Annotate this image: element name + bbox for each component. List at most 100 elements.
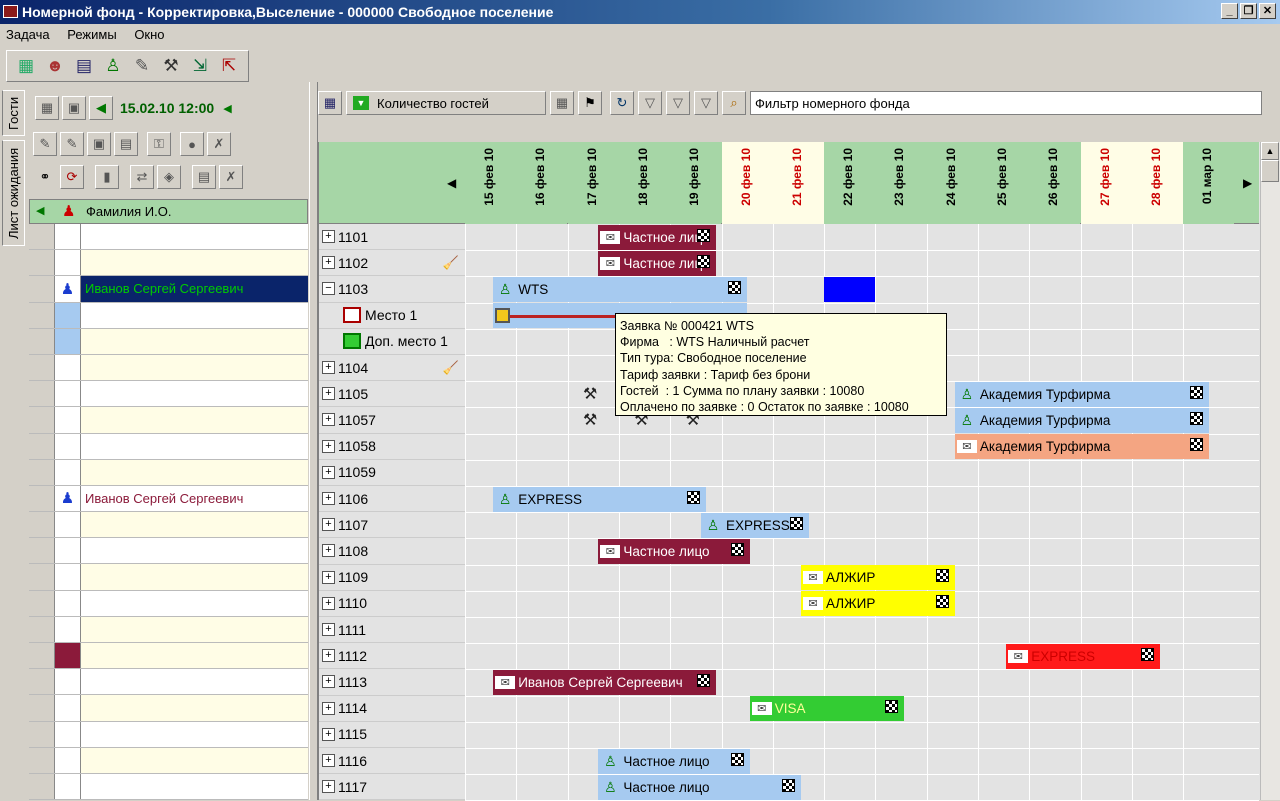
date-column-header[interactable]: 01 мар 10 xyxy=(1183,142,1235,224)
booking-bar[interactable]: ♙ EXPRESS xyxy=(493,486,707,512)
panel-splitter[interactable] xyxy=(309,82,318,800)
room-row[interactable]: +1105 xyxy=(319,381,465,408)
expand-icon[interactable]: + xyxy=(322,623,335,637)
move-icon[interactable]: ⇄ xyxy=(130,165,154,189)
guest-icon[interactable]: ☻ xyxy=(42,53,68,79)
room-row[interactable]: +1106 xyxy=(319,486,465,513)
row-selector[interactable] xyxy=(29,695,55,721)
expand-icon[interactable]: + xyxy=(322,361,335,375)
booking-bar[interactable]: ♙ WTS xyxy=(493,276,748,302)
menu-window[interactable]: Окно xyxy=(134,27,164,42)
room-row[interactable]: +1101 xyxy=(319,224,465,251)
row-selector[interactable] xyxy=(29,485,55,512)
expand-icon[interactable]: + xyxy=(322,230,335,244)
binoculars-icon[interactable]: ⚭ xyxy=(33,165,57,189)
booking-bar[interactable]: ✉ Академия Турфирма xyxy=(954,434,1209,460)
arrow-left-icon[interactable]: ◀ xyxy=(36,204,44,217)
column-header-name[interactable]: Фамилия И.О. xyxy=(86,204,172,219)
expand-icon[interactable]: + xyxy=(322,649,335,663)
minimize-button[interactable]: _ xyxy=(1221,3,1238,19)
date-column-header[interactable]: 22 фев 10 xyxy=(824,142,876,224)
guest-row[interactable] xyxy=(29,590,308,617)
close-button[interactable]: ✕ xyxy=(1259,3,1276,19)
date-column-header[interactable]: 16 фев 10 xyxy=(516,142,568,224)
booking-bar[interactable]: ♙ Частное лицо xyxy=(598,774,801,800)
expand-icon[interactable]: + xyxy=(322,439,335,453)
row-selector[interactable] xyxy=(29,747,55,773)
refresh-icon[interactable]: ⟳ xyxy=(60,165,84,189)
booking-bar[interactable]: ✉ VISA xyxy=(749,696,904,722)
place-marker-icon[interactable] xyxy=(495,307,511,323)
guest-row[interactable] xyxy=(29,643,308,670)
room-row[interactable]: +11059 xyxy=(319,460,465,486)
guest-row[interactable] xyxy=(29,512,308,539)
expand-icon[interactable]: + xyxy=(322,570,335,584)
room-row[interactable]: +1107 xyxy=(319,512,465,539)
booking-bar[interactable]: ♙ Академия Турфирма xyxy=(954,407,1209,433)
row-selector[interactable] xyxy=(29,538,55,564)
scroll-thumb[interactable] xyxy=(1261,160,1279,182)
calendar-today-icon[interactable]: ▣ xyxy=(62,96,86,120)
card-icon[interactable]: ▣ xyxy=(87,132,111,156)
room-filter-input[interactable]: Фильтр номерного фонда xyxy=(750,91,1262,115)
row-selector[interactable] xyxy=(29,302,55,328)
calendar-icon[interactable]: ▦ xyxy=(35,96,59,120)
menu-task[interactable]: Задача xyxy=(6,27,50,42)
expand-icon[interactable]: + xyxy=(322,413,335,427)
expand-icon[interactable]: + xyxy=(322,780,335,794)
expand-icon[interactable]: + xyxy=(322,701,335,715)
expand-icon[interactable]: + xyxy=(322,544,335,558)
room-row[interactable]: Место 1 xyxy=(319,303,465,329)
guest-row[interactable] xyxy=(29,302,308,329)
booking-bar[interactable]: ♙ EXPRESS xyxy=(700,512,809,538)
guest-row[interactable] xyxy=(29,695,308,722)
date-column-header[interactable]: 17 фев 10 xyxy=(567,142,619,224)
rooms-tree-icon[interactable]: ▦ xyxy=(318,91,342,115)
note-icon[interactable]: ▮ xyxy=(95,165,119,189)
date-column-header[interactable]: 28 фев 10 xyxy=(1131,142,1184,224)
guest-row[interactable] xyxy=(29,433,308,460)
guest-row[interactable] xyxy=(29,459,308,486)
room-row[interactable]: +1117 xyxy=(319,774,465,801)
room-row[interactable]: +1109 xyxy=(319,565,465,591)
edit2-icon[interactable]: ✎ xyxy=(60,132,84,156)
expand-icon[interactable]: + xyxy=(322,675,335,689)
room-row[interactable]: +1110 xyxy=(319,591,465,617)
room-row[interactable]: +1114 xyxy=(319,696,465,722)
booking-bar[interactable]: ♙ Академия Турфирма xyxy=(954,381,1209,407)
booking-bar[interactable]: ✉ EXPRESS xyxy=(1006,643,1161,669)
guest-row[interactable] xyxy=(29,747,308,774)
search-icon[interactable]: ⌕ xyxy=(722,91,746,115)
date-column-header[interactable]: 24 фев 10 xyxy=(926,142,978,224)
booking-bar[interactable]: ✉ Частное лицо xyxy=(598,538,750,564)
rooms-icon[interactable]: ▦ xyxy=(13,53,39,79)
room-row[interactable]: +11058 xyxy=(319,434,465,460)
calendar-icon[interactable]: ▦ xyxy=(550,91,574,115)
tab-guests[interactable]: Гости xyxy=(2,90,25,136)
list-icon[interactable]: ▤ xyxy=(114,132,138,156)
date-column-header[interactable]: 27 фев 10 xyxy=(1080,142,1132,224)
date-column-header[interactable]: 23 фев 10 xyxy=(875,142,927,224)
guest-row[interactable]: ♟ Иванов Сергей Сергеевич xyxy=(29,485,308,513)
key-icon[interactable]: ⚿ xyxy=(147,132,171,156)
booking-bar[interactable]: ✉ АЛЖИР xyxy=(801,565,955,591)
collapse-icon[interactable]: − xyxy=(322,282,335,296)
filter-clear-icon[interactable]: ▽ xyxy=(694,91,718,115)
guest-row[interactable] xyxy=(29,669,308,696)
row-selector[interactable] xyxy=(29,669,55,695)
row-selector[interactable] xyxy=(29,328,55,354)
guest-row[interactable] xyxy=(29,328,308,355)
row-selector[interactable] xyxy=(29,276,55,302)
expand-icon[interactable]: + xyxy=(322,596,335,610)
guest-row[interactable] xyxy=(29,354,308,382)
guest-row[interactable] xyxy=(29,407,308,434)
date-column-header[interactable]: 15 фев 10 xyxy=(465,142,517,224)
scroll-right-icon[interactable]: ▶ xyxy=(1243,176,1252,190)
date-column-header[interactable]: 21 фев 10 xyxy=(772,142,824,224)
edit-icon[interactable]: ✎ xyxy=(33,132,57,156)
bag-icon[interactable]: ● xyxy=(180,132,204,156)
guest-row[interactable] xyxy=(29,250,308,277)
expand-icon[interactable]: + xyxy=(322,518,335,532)
scroll-left-icon[interactable]: ◀ xyxy=(447,176,456,190)
room-row[interactable]: Доп. место 1 xyxy=(319,329,465,355)
